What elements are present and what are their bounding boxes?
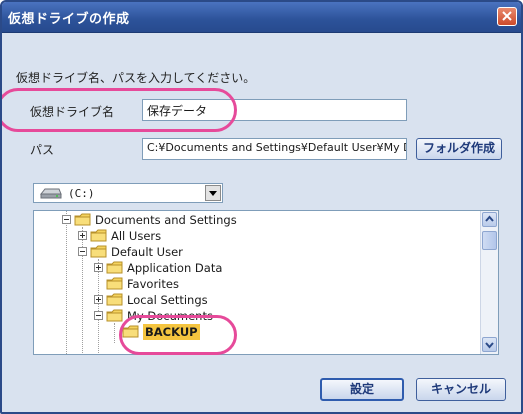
path-input[interactable]: C:¥Documents and Settings¥Default User¥M… — [142, 138, 407, 160]
dropdown-button[interactable] — [205, 185, 221, 201]
tree-node[interactable]: Documents and Settings — [34, 212, 474, 228]
expand-icon[interactable] — [94, 295, 103, 304]
folder-icon — [90, 229, 107, 242]
highlight-circle-drive-name — [2, 88, 237, 132]
title-bar[interactable]: 仮想ドライブの作成 — [2, 2, 521, 33]
window-title: 仮想ドライブの作成 — [8, 12, 130, 27]
chevron-down-icon — [485, 342, 494, 349]
expand-icon[interactable] — [94, 263, 103, 272]
tree-node-selected[interactable]: BACKUP — [34, 324, 474, 340]
highlight-circle-backup — [119, 315, 237, 355]
folder-icon — [74, 213, 91, 226]
tree-node[interactable]: My Documents — [34, 308, 474, 324]
folder-icon — [106, 261, 123, 274]
dialog-window: 仮想ドライブの作成 仮想ドライブ名、パスを入力してください。 仮想ドライブ名 保… — [0, 0, 523, 414]
tree-node-label: Default User — [111, 245, 183, 259]
dialog-body: 仮想ドライブ名、パスを入力してください。 仮想ドライブ名 保存データ パス C:… — [2, 33, 521, 412]
drive-icon — [40, 188, 62, 199]
scroll-down-button[interactable] — [482, 337, 497, 352]
tree-node[interactable]: Local Settings — [34, 292, 474, 308]
drive-select[interactable]: (C:) — [33, 183, 223, 203]
make-folder-button[interactable]: フォルダ作成 — [416, 138, 502, 160]
folder-tree[interactable]: Documents and Settings All Users Default U… — [33, 210, 499, 355]
chevron-down-icon — [209, 191, 217, 196]
drive-select-value: (C:) — [68, 187, 95, 200]
path-label: パス — [30, 143, 55, 157]
tree-node[interactable]: Default User — [34, 244, 474, 260]
expand-icon[interactable] — [78, 231, 87, 240]
tree-node[interactable]: All Users — [34, 228, 474, 244]
cancel-button[interactable]: キャンセル — [416, 378, 506, 401]
scroll-thumb[interactable] — [482, 231, 497, 250]
tree-node-label: Local Settings — [127, 293, 208, 307]
chevron-up-icon — [485, 215, 494, 222]
tree-node[interactable]: Favorites — [34, 276, 474, 292]
tree-node-label: Favorites — [127, 277, 179, 291]
tree-scrollbar[interactable] — [480, 211, 498, 354]
close-button[interactable] — [497, 7, 517, 26]
tree-node-label: All Users — [111, 229, 162, 243]
folder-icon — [90, 245, 107, 258]
folder-icon — [106, 309, 123, 322]
instruction-text: 仮想ドライブ名、パスを入力してください。 — [16, 71, 256, 85]
collapse-icon[interactable] — [62, 215, 71, 224]
folder-icon — [106, 277, 123, 290]
collapse-icon[interactable] — [78, 247, 87, 256]
tree-node[interactable]: Application Data — [34, 260, 474, 276]
ok-button[interactable]: 設定 — [320, 378, 404, 401]
folder-icon — [106, 293, 123, 306]
collapse-icon[interactable] — [94, 311, 103, 320]
scroll-up-button[interactable] — [482, 212, 497, 227]
tree-node-label: Application Data — [127, 261, 223, 275]
tree-node-label: Documents and Settings — [95, 213, 237, 227]
close-icon — [502, 11, 512, 21]
